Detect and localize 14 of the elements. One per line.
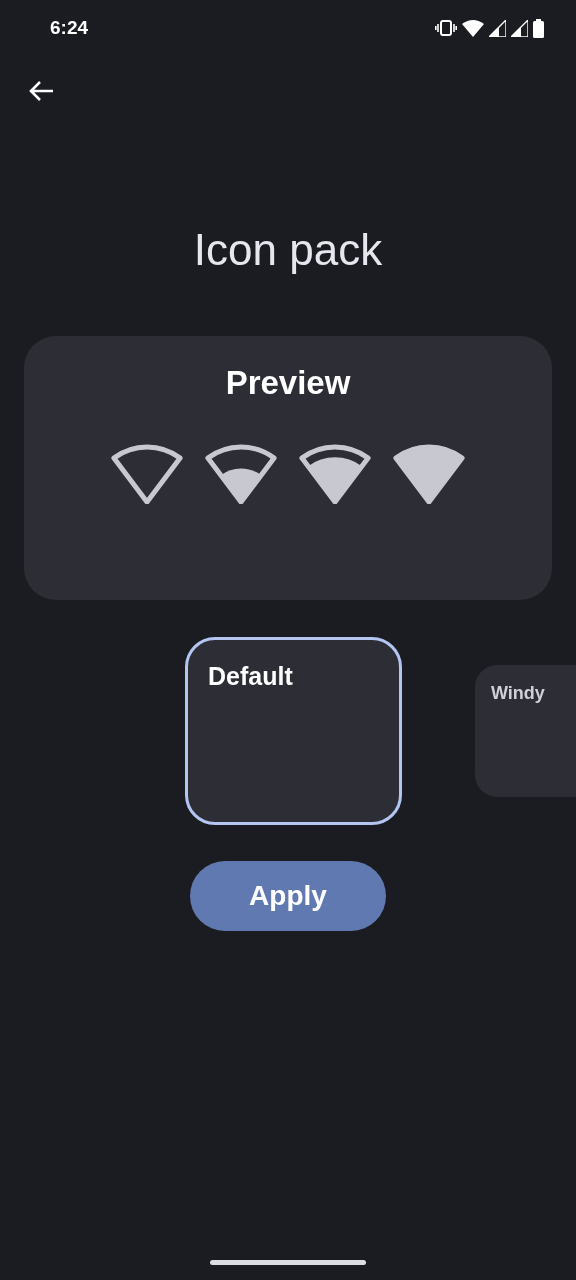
pack-label: Default: [208, 662, 293, 690]
apply-button[interactable]: Apply: [190, 861, 386, 931]
preview-title: Preview: [225, 364, 351, 402]
signal-icon: [489, 19, 506, 37]
page-title: Icon pack: [192, 224, 384, 276]
pack-label: Windy: [491, 683, 545, 703]
wifi-icon: [462, 19, 484, 37]
icon-pack-card[interactable]: Windy: [475, 665, 576, 797]
battery-icon: [533, 18, 544, 38]
back-arrow-icon: [28, 80, 54, 102]
icon-pack-card[interactable]: Default: [185, 637, 402, 825]
vibrate-icon: [435, 20, 457, 36]
status-time: 6:24: [50, 17, 89, 39]
signal-icon: [511, 19, 528, 37]
